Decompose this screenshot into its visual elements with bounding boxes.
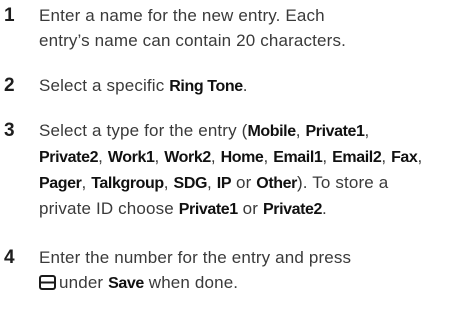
step-text: Enter the number for the entry and press… <box>39 245 456 297</box>
type-option: Email2 <box>332 149 382 166</box>
type-option: Talkgroup <box>91 175 164 192</box>
save-softkey-label: Save <box>108 275 144 292</box>
step-text: Select a specific Ring Tone. <box>39 76 248 95</box>
type-option: Home <box>220 149 264 166</box>
type-option: Pager <box>39 175 82 192</box>
type-option: Private2 <box>262 201 323 218</box>
type-option: Mobile <box>247 123 296 140</box>
step-number: 3 <box>4 120 15 141</box>
type-option: Work2 <box>164 149 211 166</box>
step-number: 1 <box>4 5 15 26</box>
instruction-list: 1 Enter a name for the new entry. Each e… <box>0 0 458 310</box>
type-option: Email1 <box>273 149 323 166</box>
type-option: Private2 <box>39 149 99 166</box>
step-number: 4 <box>4 247 15 268</box>
type-option: Other <box>256 175 297 192</box>
type-option: Fax <box>391 149 418 166</box>
type-option: Private1 <box>178 201 238 218</box>
type-option: SDG <box>173 175 208 192</box>
type-option: Work1 <box>107 149 155 166</box>
step-text: Enter a name for the new entry. Each ent… <box>39 6 346 50</box>
step-text: Select a type for the entry (Mobile, Pri… <box>39 121 423 218</box>
type-option: IP <box>216 175 232 192</box>
step-number: 2 <box>4 75 15 96</box>
type-option: Private1 <box>305 123 365 140</box>
ring-tone-term: Ring Tone <box>169 78 243 95</box>
softkey-icon <box>39 272 56 297</box>
